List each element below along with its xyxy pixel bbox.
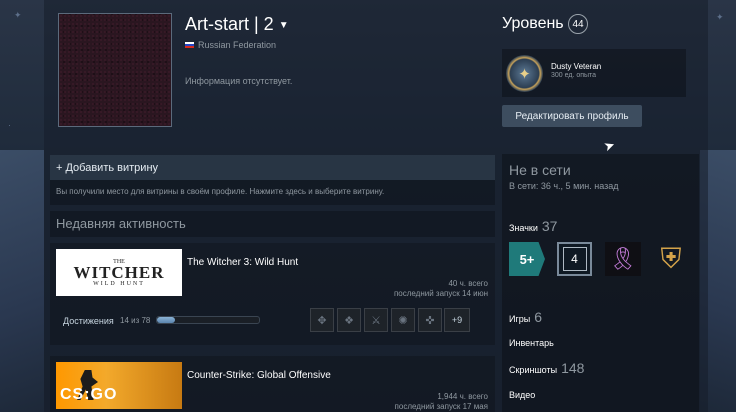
badges-count: 37 (541, 218, 558, 234)
profile-name[interactable]: Art-start | 2 ▼ (185, 14, 289, 35)
star-decoration: ✦ (716, 12, 724, 22)
csgo-game-art[interactable]: CS:GO (56, 362, 182, 409)
last-seen: В сети: 36 ч., 5 мин. назад (509, 181, 619, 191)
witcher-game-art[interactable]: THE WITCHER WILD HUNT (56, 249, 182, 296)
profile-summary: Информация отсутствует. (185, 76, 293, 86)
profile-country: Russian Federation (185, 40, 276, 50)
achievement-icon[interactable]: ⚔ (364, 308, 388, 332)
badge-text: 5+ (519, 251, 535, 267)
game-hours: 40 ч. всего (448, 279, 488, 288)
achievement-icon[interactable]: ✺ (391, 308, 415, 332)
achievements-count: 14 из 78 (120, 316, 151, 325)
game-name[interactable]: Counter-Strike: Global Offensive (187, 370, 331, 381)
game-last-played: последний запуск 14 июн (393, 289, 488, 298)
country-label: Russian Federation (198, 40, 277, 50)
level-badge[interactable]: 44 (568, 14, 588, 34)
level-label: Уровень (502, 15, 564, 32)
profile-name-text: Art-start | 2 (185, 14, 274, 34)
badges-link[interactable]: Значки 37 (509, 218, 557, 234)
game-art-text: WITCHER (73, 262, 165, 282)
veteran-badge-icon[interactable]: ✦ (506, 55, 543, 92)
badge-four[interactable]: 4 (557, 242, 592, 276)
videos-link[interactable]: Видео (509, 390, 535, 400)
online-status: Не в сети (509, 162, 571, 178)
favorite-badge-name: Dusty Veteran (551, 62, 602, 71)
showcase-description: Вы получили место для витрины в своём пр… (56, 187, 385, 196)
game-hours: 1,944 ч. всего (437, 392, 488, 401)
badges-label: Значки (509, 223, 538, 233)
star-decoration: ✦ (14, 10, 22, 20)
inventory-link[interactable]: Инвентарь (509, 338, 554, 348)
game-last-played: последний запуск 17 мая (394, 402, 488, 411)
games-label: Игры (509, 314, 531, 324)
favorite-badge-xp: 300 ед. опыта (551, 72, 597, 79)
screenshots-label: Скриншоты (509, 365, 558, 375)
achievement-icon[interactable]: ❖ (337, 308, 361, 332)
achievements-progress-bar (156, 316, 260, 324)
add-showcase-button[interactable]: + Добавить витрину (56, 162, 158, 174)
star-decoration: · (8, 120, 11, 130)
screenshots-link[interactable]: Скриншоты 148 (509, 360, 584, 376)
achievements-label[interactable]: Достижения (63, 316, 114, 326)
achievements-progress-fill (157, 317, 176, 323)
edit-profile-button[interactable]: Редактировать профиль (502, 105, 642, 127)
games-count: 6 (534, 309, 543, 325)
avatar[interactable] (58, 13, 172, 127)
chevron-down-icon[interactable]: ▼ (279, 20, 289, 31)
recent-activity-title: Недавняя активность (56, 216, 186, 231)
background-art-left (0, 150, 44, 412)
ribbon-badge-icon[interactable]: 🎗 (605, 242, 641, 276)
achievement-icon[interactable]: ✥ (310, 308, 334, 332)
helmet-badge-icon[interactable]: ⛨ (653, 242, 689, 276)
russia-flag-icon (185, 42, 194, 48)
games-link[interactable]: Игры 6 (509, 309, 542, 325)
game-art-text: CS:GO (60, 386, 118, 403)
more-achievements-button[interactable]: +9 (444, 308, 470, 332)
achievement-icon[interactable]: ✜ (418, 308, 442, 332)
screenshots-count: 148 (561, 360, 585, 376)
badge-text: 4 (562, 247, 587, 271)
game-name[interactable]: The Witcher 3: Wild Hunt (187, 257, 298, 268)
badge-five-plus[interactable]: 5+ (509, 242, 545, 276)
game-art-text: WILD HUNT (93, 280, 145, 287)
